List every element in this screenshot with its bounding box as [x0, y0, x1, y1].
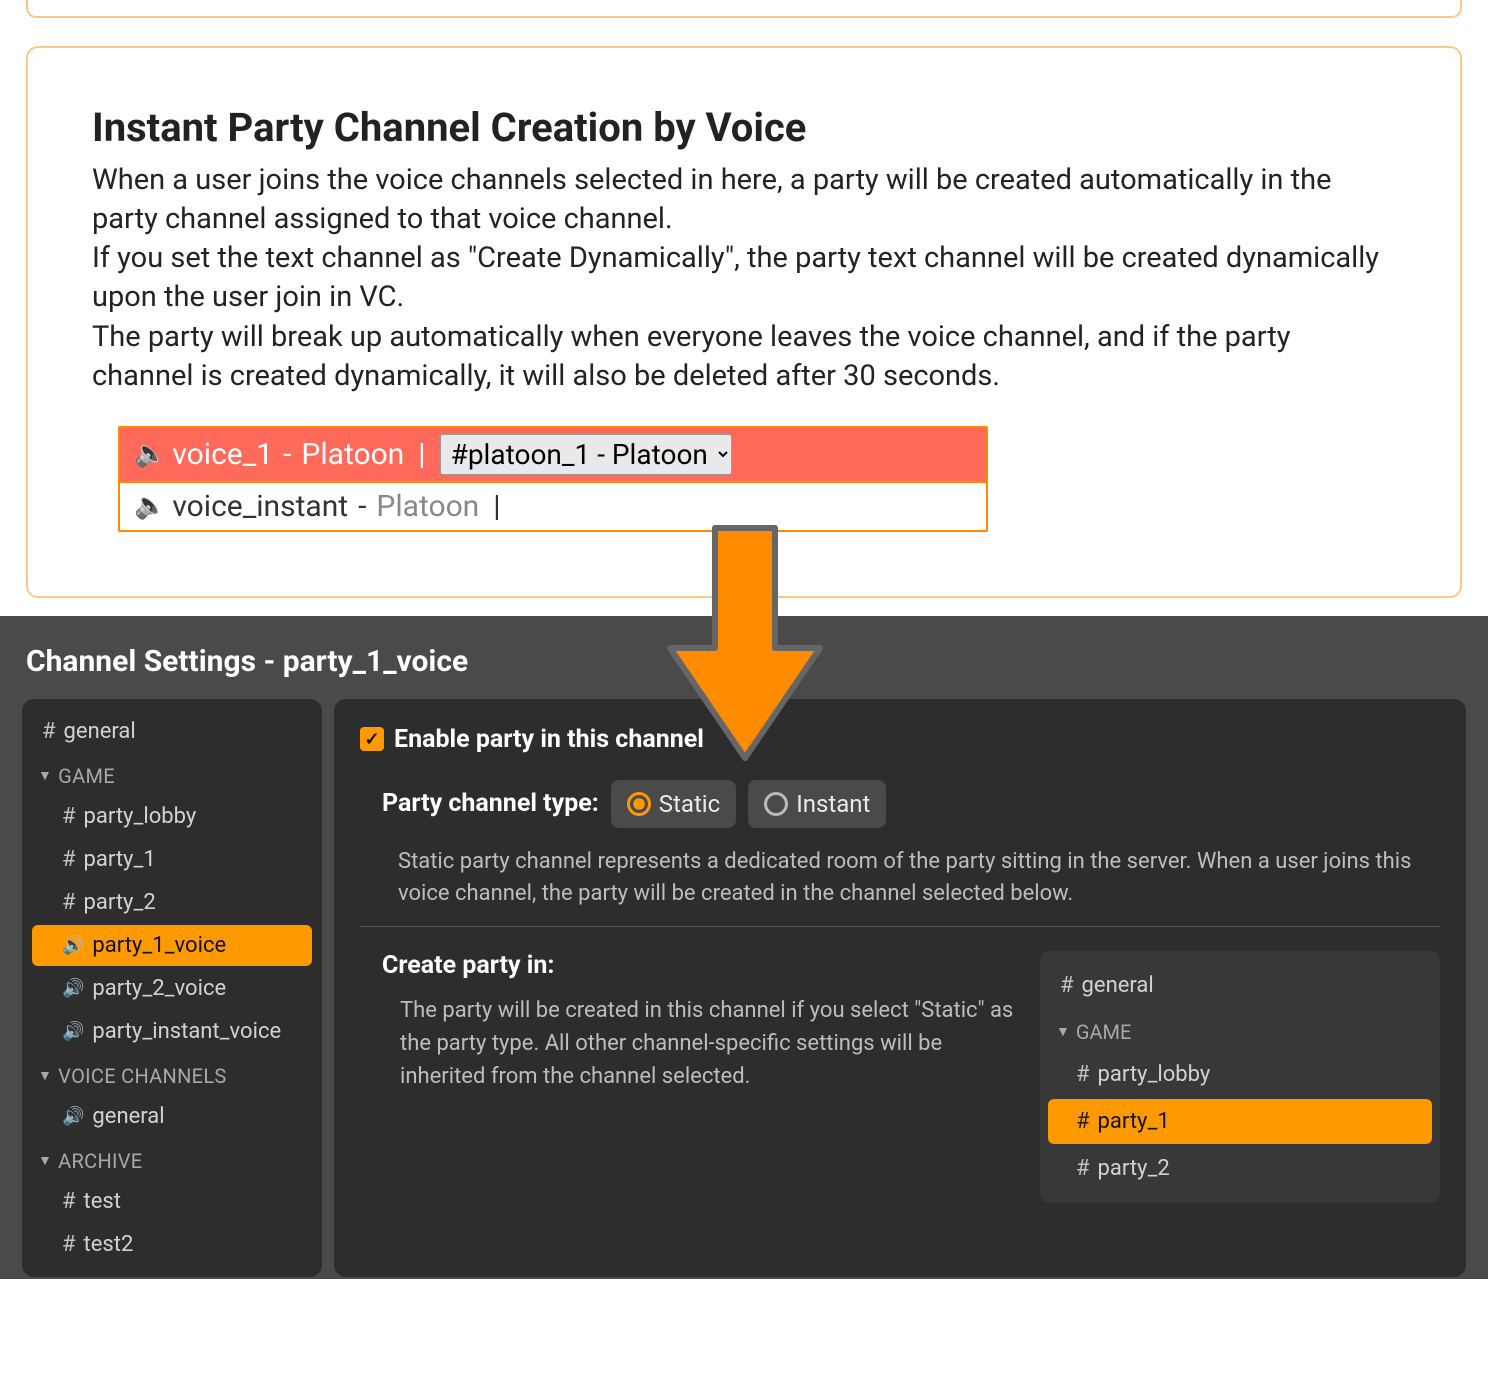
- speaker-icon: 🔈: [134, 439, 166, 469]
- sidebar-item-voice-general[interactable]: 🔊 general: [32, 1096, 312, 1137]
- sidebar-item-label: party_2: [84, 890, 156, 915]
- sidebar-item-label: party_2_voice: [92, 976, 226, 1001]
- sidebar-item-label: party_lobby: [84, 804, 197, 829]
- hash-icon: #: [62, 1189, 76, 1214]
- sidebar-item-label: general: [92, 1104, 164, 1129]
- settings-main: ✓ Enable party in this channel Party cha…: [334, 699, 1466, 1277]
- sidebar-item-label: test: [84, 1189, 121, 1214]
- sidebar-item-label: party_instant_voice: [92, 1019, 281, 1044]
- create-party-heading: Create party in:: [382, 951, 1016, 980]
- create-option-party-2[interactable]: # party_2: [1048, 1146, 1432, 1191]
- hash-icon: #: [62, 1232, 76, 1257]
- volume-icon: 🔊: [62, 978, 84, 999]
- sidebar-item-party-2-voice[interactable]: 🔊 party_2_voice: [32, 968, 312, 1009]
- caret-down-icon: ▼: [38, 1152, 52, 1169]
- static-label: Static: [659, 790, 720, 818]
- card-paragraph-2: If you set the text channel as "Create D…: [92, 239, 1396, 317]
- volume-icon: 🔊: [62, 1021, 84, 1042]
- text-channel-select[interactable]: #platoon_1 - Platoon: [440, 434, 732, 475]
- category-label: ARCHIVE: [58, 1149, 142, 1173]
- sidebar-category-archive[interactable]: ▼ ARCHIVE: [32, 1139, 312, 1179]
- checkbox-checked-icon[interactable]: ✓: [360, 727, 384, 751]
- sidebar-item-party-2[interactable]: # party_2: [32, 882, 312, 923]
- sidebar-item-label: party_1: [84, 847, 156, 872]
- hash-icon: #: [42, 719, 56, 744]
- volume-icon: 🔊: [62, 1106, 84, 1127]
- hash-icon: #: [1060, 973, 1074, 998]
- option-label: general: [1082, 973, 1154, 998]
- voice-name: voice_instant: [172, 489, 348, 524]
- enable-label: Enable party in this channel: [394, 725, 704, 754]
- party-type-label: Party channel type:: [382, 789, 599, 818]
- sidebar-item-label: general: [64, 719, 136, 744]
- hash-icon: #: [62, 890, 76, 915]
- enable-party-row[interactable]: ✓ Enable party in this channel: [360, 725, 1440, 754]
- sidebar-item-test[interactable]: # test: [32, 1181, 312, 1222]
- hash-icon: #: [1076, 1062, 1090, 1087]
- previous-card-bottom: [26, 0, 1462, 18]
- party-type-instant-button[interactable]: Instant: [748, 780, 886, 828]
- voice-mapping-row-2[interactable]: 🔈 voice_instant - Platoon |: [120, 483, 986, 530]
- option-label: party_2: [1098, 1156, 1170, 1181]
- card-paragraph-1: When a user joins the voice channels sel…: [92, 161, 1396, 239]
- dash: -: [279, 437, 295, 472]
- caret-down-icon: ▼: [38, 1067, 52, 1084]
- create-option-general[interactable]: # general: [1048, 963, 1432, 1008]
- party-type-row: Party channel type: Static Instant: [382, 780, 1440, 828]
- create-option-party-1[interactable]: # party_1: [1048, 1099, 1432, 1144]
- create-party-description: The party will be created in this channe…: [400, 994, 1016, 1093]
- category-label: VOICE CHANNELS: [58, 1064, 226, 1088]
- option-label: party_1: [1098, 1109, 1170, 1134]
- party-type: Platoon: [301, 437, 404, 472]
- sidebar-item-party-lobby[interactable]: # party_lobby: [32, 796, 312, 837]
- category-label: GAME: [1076, 1020, 1132, 1044]
- sidebar-item-general[interactable]: # general: [32, 711, 312, 752]
- pipe: |: [410, 437, 433, 472]
- option-label: party_lobby: [1098, 1062, 1211, 1087]
- create-option-party-lobby[interactable]: # party_lobby: [1048, 1052, 1432, 1097]
- caret-down-icon: ▼: [1056, 1023, 1070, 1040]
- voice-mapping-list: 🔈 voice_1 - Platoon | #platoon_1 - Plato…: [118, 426, 988, 532]
- sidebar-item-party-1[interactable]: # party_1: [32, 839, 312, 880]
- category-label: GAME: [58, 764, 115, 788]
- sidebar-item-test2[interactable]: # test2: [32, 1224, 312, 1265]
- instant-party-card: Instant Party Channel Creation by Voice …: [26, 46, 1462, 598]
- volume-icon: 🔊: [62, 935, 84, 956]
- create-party-channel-list: # general ▼ GAME # party_lobby # party_1: [1040, 951, 1440, 1203]
- create-category-game[interactable]: ▼ GAME: [1048, 1010, 1432, 1050]
- radio-checked-icon: [627, 792, 651, 816]
- speaker-icon: 🔈: [134, 491, 166, 521]
- static-description: Static party channel represents a dedica…: [398, 846, 1440, 910]
- voice-name: voice_1: [172, 437, 273, 472]
- dash: -: [354, 489, 370, 524]
- party-type-static-button[interactable]: Static: [611, 780, 736, 828]
- pipe: |: [485, 489, 508, 524]
- arrow-down-icon: [660, 518, 830, 778]
- divider: [360, 926, 1440, 927]
- sidebar-category-voice[interactable]: ▼ VOICE CHANNELS: [32, 1054, 312, 1094]
- sidebar-item-label: party_1_voice: [92, 933, 226, 958]
- sidebar-item-party-instant-voice[interactable]: 🔊 party_instant_voice: [32, 1011, 312, 1052]
- hash-icon: #: [1076, 1109, 1090, 1134]
- card-paragraph-3: The party will break up automatically wh…: [92, 318, 1396, 396]
- sidebar-item-party-1-voice[interactable]: 🔊 party_1_voice: [32, 925, 312, 966]
- instant-label: Instant: [796, 790, 870, 818]
- caret-down-icon: ▼: [38, 767, 52, 784]
- hash-icon: #: [62, 804, 76, 829]
- party-type: Platoon: [376, 489, 479, 524]
- channel-sidebar: # general ▼ GAME # party_lobby # party_1…: [22, 699, 322, 1277]
- card-title: Instant Party Channel Creation by Voice: [92, 104, 1396, 151]
- hash-icon: #: [1076, 1156, 1090, 1181]
- radio-unchecked-icon: [764, 792, 788, 816]
- create-party-section: Create party in: The party will be creat…: [382, 951, 1440, 1203]
- hash-icon: #: [62, 847, 76, 872]
- sidebar-item-label: test2: [84, 1232, 134, 1257]
- sidebar-category-game[interactable]: ▼ GAME: [32, 754, 312, 794]
- voice-mapping-row-1[interactable]: 🔈 voice_1 - Platoon | #platoon_1 - Plato…: [120, 428, 986, 483]
